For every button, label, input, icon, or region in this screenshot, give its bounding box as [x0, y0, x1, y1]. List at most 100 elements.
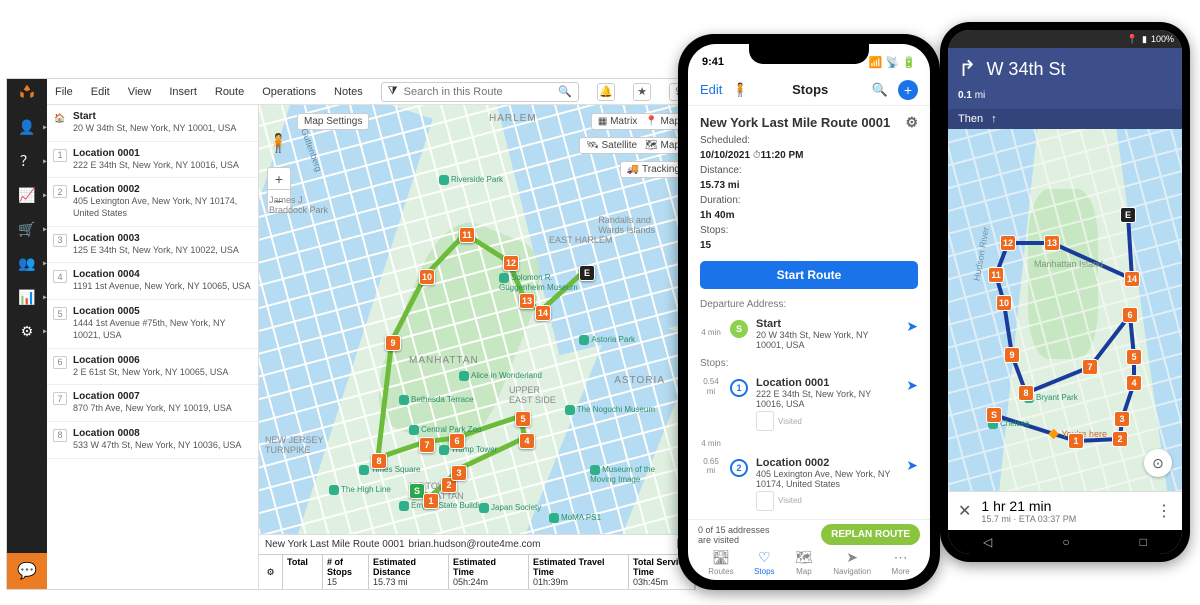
map-marker[interactable]: 8 [371, 453, 387, 469]
nav-icon[interactable]: ➤ [906, 377, 918, 431]
tab-routes[interactable]: 🛣Routes [708, 549, 733, 576]
logo-icon[interactable] [17, 83, 37, 103]
map-marker[interactable]: E [1120, 207, 1136, 223]
nav-icon[interactable]: ➤ [906, 457, 918, 511]
map-marker[interactable]: 4 [519, 433, 535, 449]
map-marker[interactable]: 9 [385, 335, 401, 351]
menu-edit[interactable]: Edit [91, 86, 110, 98]
map-marker[interactable]: 3 [1114, 411, 1130, 427]
menu-operations[interactable]: Operations [262, 86, 316, 98]
map-marker[interactable]: 3 [451, 465, 467, 481]
map-marker[interactable]: 8 [1018, 385, 1034, 401]
map-marker[interactable]: 7 [1082, 359, 1098, 375]
list-item[interactable]: 3 Location 0003 125 E 34th St, New York,… [47, 227, 258, 264]
add-button[interactable]: + [898, 80, 918, 100]
nav-street: W 34th St [986, 59, 1065, 80]
map-marker[interactable]: 14 [535, 305, 551, 321]
map-layer-toggle[interactable]: 🛰 Satellite 🗺 Map [579, 137, 687, 154]
orders-icon[interactable]: 🛒▸ [17, 219, 37, 239]
s1-dist: 0.54mi [700, 377, 722, 431]
map-marker[interactable]: 10 [996, 295, 1012, 311]
list-item[interactable]: 7 Location 0007 870 7th Ave, New York, N… [47, 385, 258, 422]
satellite-view[interactable]: 🛰 Satellite [586, 140, 637, 151]
map-marker[interactable]: 6 [449, 433, 465, 449]
recent-button[interactable]: □ [1140, 535, 1147, 549]
tab-map[interactable]: 🗺Map [795, 549, 813, 576]
map-marker[interactable]: 9 [1004, 347, 1020, 363]
bell-icon[interactable]: 🔔 [597, 83, 615, 101]
stop-list[interactable]: 🏠 Start 20 W 34th St, New York, NY 10001… [47, 105, 259, 589]
list-item[interactable]: 🏠 Start 20 W 34th St, New York, NY 10001… [47, 105, 258, 142]
map-marker[interactable]: S [986, 407, 1002, 423]
user-settings-icon[interactable]: ⚙▸ [17, 321, 37, 341]
map-marker[interactable]: 4 [1126, 375, 1142, 391]
menu-view[interactable]: View [128, 86, 152, 98]
gear-icon[interactable]: ⚙ [905, 114, 918, 131]
chat-icon[interactable]: 💬 [7, 553, 47, 589]
streetview-icon[interactable]: 🧍 [267, 133, 289, 154]
tab-more[interactable]: ⋯More [892, 549, 910, 576]
nav-icon[interactable]: ➤ [906, 318, 918, 350]
search-box[interactable]: ⧩ 🔍 [381, 82, 579, 102]
map-marker[interactable]: E [579, 265, 595, 281]
map-marker[interactable]: 2 [1112, 431, 1128, 447]
gear-icon[interactable]: ⚙ [266, 567, 274, 578]
map-marker[interactable]: 11 [459, 227, 475, 243]
zoom-in[interactable]: + [268, 168, 290, 190]
add-user-icon[interactable]: 👤▸ [17, 117, 37, 137]
map-view[interactable]: 📍 Map [645, 116, 680, 127]
search-icon[interactable]: 🔍 [872, 82, 888, 98]
map-marker[interactable]: 14 [1124, 271, 1140, 287]
label-njtp: NEW JERSEY TURNPIKE [265, 435, 324, 455]
map-marker[interactable]: 6 [1122, 307, 1138, 323]
list-item[interactable]: 1 Location 0001 222 E 34th St, New York,… [47, 142, 258, 179]
list-item[interactable]: 5 Location 0005 1444 1st Avenue #75th, N… [47, 300, 258, 348]
user-location-icon[interactable]: 🧍 [732, 82, 748, 98]
map-marker[interactable]: 5 [1126, 349, 1142, 365]
map-canvas[interactable]: Map Settings ▦ Matrix 📍 Map 🛰 Satellite … [259, 105, 695, 534]
analytics-icon[interactable]: 📊▸ [17, 287, 37, 307]
map-marker[interactable]: 7 [419, 437, 435, 453]
map-marker[interactable]: 13 [1044, 235, 1060, 251]
activity-icon[interactable]: 📈▸ [17, 185, 37, 205]
search-input[interactable] [404, 86, 553, 98]
list-item[interactable]: 8 Location 0008 533 W 47th St, New York,… [47, 422, 258, 459]
map-view-2[interactable]: 🗺 Map [645, 140, 680, 151]
nav-dist: 0.1 [958, 90, 972, 101]
home-button[interactable]: ○ [1062, 535, 1069, 549]
tab-stops[interactable]: ♡Stops [754, 549, 774, 576]
star-icon[interactable]: ★ [633, 83, 651, 101]
edit-button[interactable]: Edit [700, 82, 722, 97]
replan-button[interactable]: REPLAN ROUTE [821, 524, 920, 545]
map-marker[interactable]: 1 [1068, 433, 1084, 449]
menu-route[interactable]: Route [215, 86, 244, 98]
tab-nav[interactable]: ➤Navigation [833, 549, 871, 576]
more-icon[interactable]: ⋮ [1156, 501, 1172, 521]
map-marker[interactable]: 5 [515, 411, 531, 427]
fingerprint-icon[interactable] [756, 411, 774, 431]
list-item[interactable]: 2 Location 0002 405 Lexington Ave, New Y… [47, 178, 258, 226]
search-icon[interactable]: 🔍 [558, 85, 572, 98]
locate-me-button[interactable]: ⊙ [1144, 449, 1172, 477]
list-item[interactable]: 4 Location 0004 1191 1st Avenue, New Yor… [47, 263, 258, 300]
fingerprint-icon[interactable] [756, 491, 774, 511]
list-item[interactable]: 6 Location 0006 2 E 61st St, New York, N… [47, 349, 258, 386]
map-marker[interactable]: 12 [1000, 235, 1016, 251]
menu-notes[interactable]: Notes [334, 86, 363, 98]
help-icon[interactable]: ？▸ [17, 151, 37, 171]
start-route-button[interactable]: Start Route [700, 261, 918, 289]
map-marker[interactable]: 11 [988, 267, 1004, 283]
map-view-toggle[interactable]: ▦ Matrix 📍 Map [591, 113, 687, 130]
map-marker[interactable]: 12 [503, 255, 519, 271]
map-marker[interactable]: 10 [419, 269, 435, 285]
tracking-button[interactable]: 🚚 Tracking [620, 161, 687, 178]
android-map[interactable]: Hudson River Manhattan Island 🔶 You're h… [948, 129, 1182, 491]
matrix-view[interactable]: ▦ Matrix [598, 116, 637, 127]
menu-insert[interactable]: Insert [169, 86, 197, 98]
close-icon[interactable]: ✕ [958, 501, 971, 521]
team-icon[interactable]: 👥▸ [17, 253, 37, 273]
map-marker[interactable]: 13 [519, 293, 535, 309]
back-button[interactable]: ◁ [983, 535, 992, 549]
map-marker[interactable]: 1 [423, 493, 439, 509]
menu-file[interactable]: File [55, 86, 73, 98]
